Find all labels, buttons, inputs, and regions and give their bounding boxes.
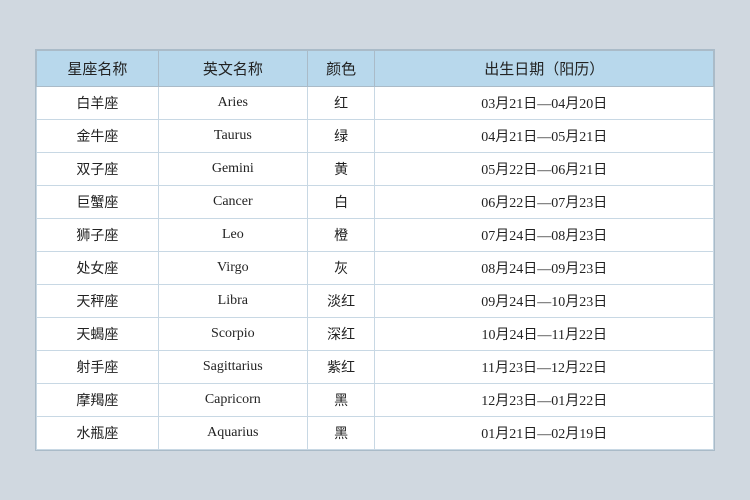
- cell-birth-date: 08月24日—09月23日: [375, 252, 714, 285]
- cell-birth-date: 04月21日—05月21日: [375, 120, 714, 153]
- cell-english-name: Libra: [158, 285, 307, 318]
- cell-chinese-name: 巨蟹座: [37, 186, 159, 219]
- cell-english-name: Leo: [158, 219, 307, 252]
- table-row: 巨蟹座Cancer白06月22日—07月23日: [37, 186, 714, 219]
- table-row: 天秤座Libra淡红09月24日—10月23日: [37, 285, 714, 318]
- cell-english-name: Cancer: [158, 186, 307, 219]
- table-row: 摩羯座Capricorn黑12月23日—01月22日: [37, 384, 714, 417]
- cell-color: 黑: [307, 384, 375, 417]
- cell-chinese-name: 狮子座: [37, 219, 159, 252]
- cell-english-name: Virgo: [158, 252, 307, 285]
- table-row: 射手座Sagittarius紫红11月23日—12月22日: [37, 351, 714, 384]
- cell-english-name: Taurus: [158, 120, 307, 153]
- cell-birth-date: 03月21日—04月20日: [375, 87, 714, 120]
- cell-english-name: Sagittarius: [158, 351, 307, 384]
- cell-english-name: Capricorn: [158, 384, 307, 417]
- cell-chinese-name: 射手座: [37, 351, 159, 384]
- cell-chinese-name: 处女座: [37, 252, 159, 285]
- table-row: 白羊座Aries红03月21日—04月20日: [37, 87, 714, 120]
- header-birth-date: 出生日期（阳历）: [375, 51, 714, 87]
- header-color: 颜色: [307, 51, 375, 87]
- cell-color: 黑: [307, 417, 375, 450]
- cell-chinese-name: 白羊座: [37, 87, 159, 120]
- cell-chinese-name: 摩羯座: [37, 384, 159, 417]
- table-row: 天蝎座Scorpio深红10月24日—11月22日: [37, 318, 714, 351]
- table-row: 水瓶座Aquarius黑01月21日—02月19日: [37, 417, 714, 450]
- table-row: 狮子座Leo橙07月24日—08月23日: [37, 219, 714, 252]
- cell-color: 白: [307, 186, 375, 219]
- cell-color: 橙: [307, 219, 375, 252]
- cell-birth-date: 09月24日—10月23日: [375, 285, 714, 318]
- cell-chinese-name: 天蝎座: [37, 318, 159, 351]
- table-header-row: 星座名称 英文名称 颜色 出生日期（阳历）: [37, 51, 714, 87]
- zodiac-table: 星座名称 英文名称 颜色 出生日期（阳历） 白羊座Aries红03月21日—04…: [36, 50, 714, 450]
- cell-birth-date: 11月23日—12月22日: [375, 351, 714, 384]
- cell-birth-date: 05月22日—06月21日: [375, 153, 714, 186]
- cell-chinese-name: 水瓶座: [37, 417, 159, 450]
- cell-english-name: Aries: [158, 87, 307, 120]
- cell-color: 紫红: [307, 351, 375, 384]
- table-row: 金牛座Taurus绿04月21日—05月21日: [37, 120, 714, 153]
- cell-birth-date: 07月24日—08月23日: [375, 219, 714, 252]
- cell-color: 红: [307, 87, 375, 120]
- cell-birth-date: 12月23日—01月22日: [375, 384, 714, 417]
- cell-english-name: Gemini: [158, 153, 307, 186]
- cell-color: 灰: [307, 252, 375, 285]
- header-chinese-name: 星座名称: [37, 51, 159, 87]
- cell-english-name: Aquarius: [158, 417, 307, 450]
- cell-color: 黄: [307, 153, 375, 186]
- cell-chinese-name: 天秤座: [37, 285, 159, 318]
- cell-birth-date: 01月21日—02月19日: [375, 417, 714, 450]
- header-english-name: 英文名称: [158, 51, 307, 87]
- cell-birth-date: 06月22日—07月23日: [375, 186, 714, 219]
- cell-chinese-name: 双子座: [37, 153, 159, 186]
- cell-birth-date: 10月24日—11月22日: [375, 318, 714, 351]
- cell-chinese-name: 金牛座: [37, 120, 159, 153]
- cell-color: 绿: [307, 120, 375, 153]
- cell-color: 淡红: [307, 285, 375, 318]
- table-row: 双子座Gemini黄05月22日—06月21日: [37, 153, 714, 186]
- table-row: 处女座Virgo灰08月24日—09月23日: [37, 252, 714, 285]
- cell-english-name: Scorpio: [158, 318, 307, 351]
- zodiac-table-container: 星座名称 英文名称 颜色 出生日期（阳历） 白羊座Aries红03月21日—04…: [35, 49, 715, 451]
- cell-color: 深红: [307, 318, 375, 351]
